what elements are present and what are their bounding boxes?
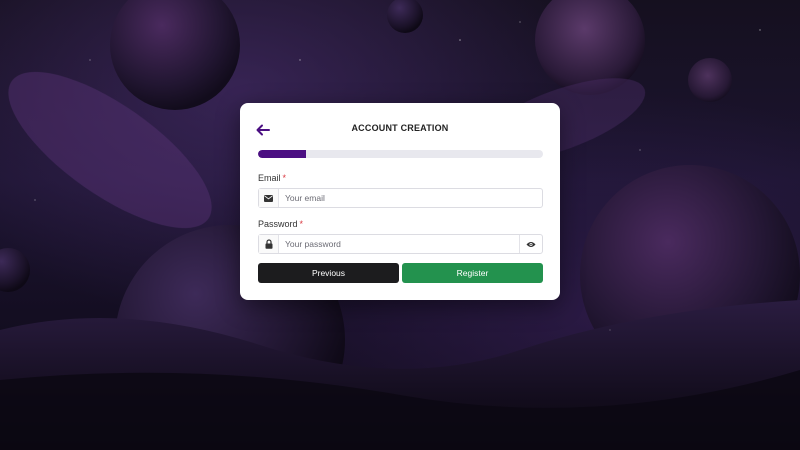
page-background: ACCOUNT CREATION Email* Password* [0,0,800,450]
email-label: Email * [258,173,286,183]
password-label: Password * [258,219,303,229]
email-field [258,188,543,208]
email-label-text: Email [258,173,281,183]
password-addon [259,235,279,253]
password-label-text: Password [258,219,298,229]
email-required-mark: * [282,173,287,183]
planet-small-right [688,58,732,102]
account-creation-card: ACCOUNT CREATION Email* Password* [240,103,560,300]
email-addon [259,189,279,207]
email-input[interactable] [279,189,542,207]
planet-top-left [110,0,240,110]
previous-button[interactable]: Previous [258,263,399,283]
planet-small-top [387,0,423,33]
page-title: ACCOUNT CREATION [351,123,449,133]
progress-bar-fill [258,150,307,158]
password-field [258,234,543,254]
register-button[interactable]: Register [402,263,543,283]
eye-icon [526,241,536,247]
envelope-icon [264,194,273,202]
password-required-mark: * [299,219,304,229]
lock-icon [265,239,272,249]
show-password-toggle[interactable] [519,235,542,253]
planet-edge-left [0,248,30,292]
password-input[interactable] [279,235,519,253]
progress-bar [258,150,543,158]
